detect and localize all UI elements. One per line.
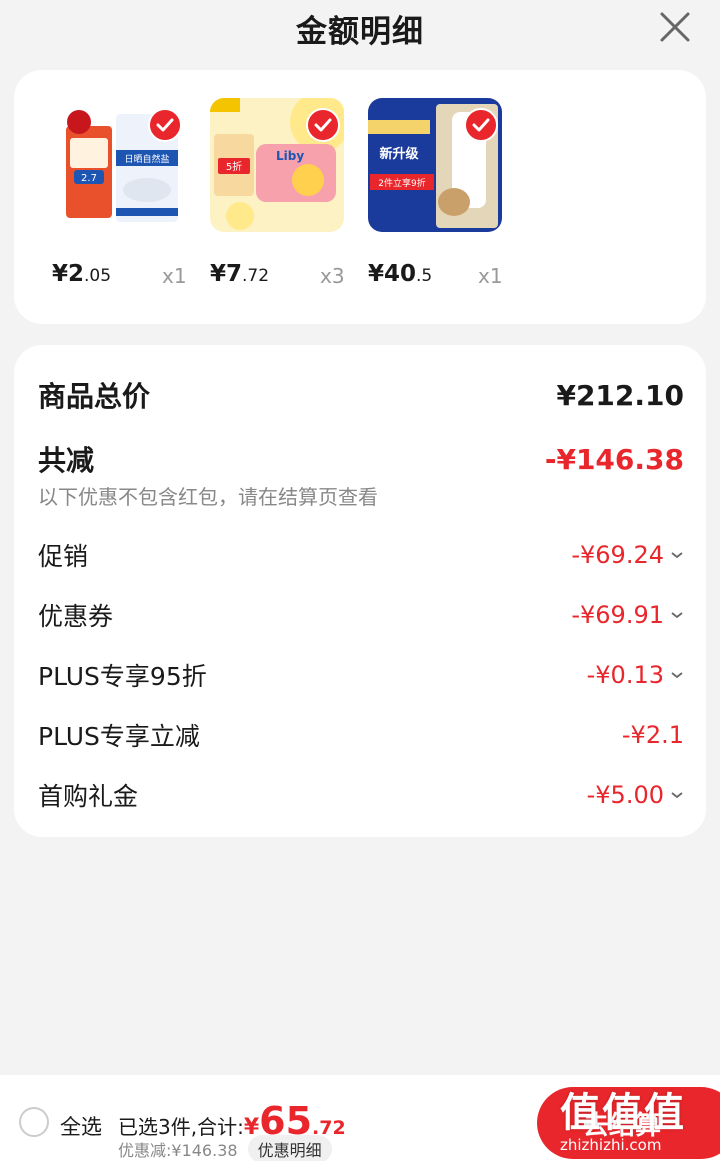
discount-label: 优惠券 <box>38 602 114 631</box>
discount-label: 促销 <box>38 542 89 571</box>
product-thumbnail[interactable]: 5折 Liby <box>210 98 344 232</box>
discount-row-promotion[interactable]: 促销 -¥69.24 <box>38 537 684 573</box>
thumb-badge: 2件立享9折 <box>378 177 425 189</box>
product-price: ¥7.72 <box>210 261 270 287</box>
checkout-bar: 全选 已选3件,合计: ¥ 65 .72 优惠减:¥146.38 优惠明细 去结… <box>0 1075 720 1161</box>
total-reduce-label: 共减 <box>38 444 95 477</box>
thumb-text: 新升级 <box>379 146 419 162</box>
product-quantity: x1 <box>162 264 187 288</box>
amount-summary: 商品总价 ¥212.10 共减 -¥146.38 以下优惠不包含红包，请在结算页… <box>14 345 706 837</box>
checkout-button[interactable]: 去结算 <box>537 1087 720 1159</box>
total-reduce-row: 共减 -¥146.38 <box>38 439 684 479</box>
select-all-label[interactable]: 全选 <box>60 1111 102 1141</box>
product-quantity: x3 <box>320 264 345 288</box>
discount-note: 以下优惠不包含红包，请在结算页查看 <box>38 485 378 509</box>
page-title: 金额明细 <box>296 13 424 50</box>
discount-label: 首购礼金 <box>38 782 139 811</box>
discount-amount-text: 优惠减:¥146.38 <box>118 1141 238 1160</box>
thumb-badge: 5折 <box>226 160 242 173</box>
total-price-row: 商品总价 ¥212.10 <box>38 375 684 415</box>
product-item[interactable]: 新升级 2件立享9折 ¥40.5 x1 <box>344 98 504 308</box>
discount-value: -¥0.13 <box>586 661 664 689</box>
discount-line: 优惠减:¥146.38 优惠明细 <box>118 1135 332 1161</box>
discount-label: PLUS专享95折 <box>38 662 207 691</box>
thumb-text: Liby <box>276 149 304 163</box>
discount-value: -¥2.1 <box>621 721 684 749</box>
selected-check-icon[interactable] <box>464 108 498 142</box>
chevron-down-icon[interactable] <box>670 610 684 620</box>
thumb-badge: 2.7 <box>81 173 97 184</box>
chevron-down-icon[interactable] <box>670 670 684 680</box>
product-item[interactable]: 5折 Liby ¥7.72 x3 <box>186 98 346 308</box>
discount-row-first-purchase[interactable]: 首购礼金 -¥5.00 <box>38 777 684 813</box>
discount-value: -¥69.91 <box>571 601 664 629</box>
thumb-text: 日晒自然盐 <box>124 153 169 165</box>
select-all-radio[interactable] <box>19 1107 49 1137</box>
close-icon[interactable] <box>658 10 692 44</box>
product-item[interactable]: 2.7 日晒自然盐 ¥2.05 x1 <box>28 98 188 308</box>
total-price-value: ¥212.10 <box>556 378 684 412</box>
product-thumbnail[interactable]: 2.7 日晒自然盐 <box>52 98 186 232</box>
product-quantity: x1 <box>478 264 503 288</box>
selected-check-icon[interactable] <box>306 108 340 142</box>
discount-value: -¥5.00 <box>586 781 664 809</box>
discount-detail-button[interactable]: 优惠明细 <box>247 1135 332 1161</box>
header: 金额明细 <box>0 0 720 56</box>
discount-row-coupon[interactable]: 优惠券 -¥69.91 <box>38 597 684 633</box>
chevron-down-icon[interactable] <box>670 790 684 800</box>
discount-row-plus-reduce: PLUS专享立减 -¥2.1 <box>38 717 684 753</box>
discount-value: -¥69.24 <box>571 541 664 569</box>
product-price: ¥40.5 <box>368 261 433 287</box>
discount-label: PLUS专享立减 <box>38 722 200 751</box>
total-price-label: 商品总价 <box>38 380 151 413</box>
product-thumbnail[interactable]: 新升级 2件立享9折 <box>368 98 502 232</box>
discount-row-plus-95[interactable]: PLUS专享95折 -¥0.13 <box>38 657 684 693</box>
selected-check-icon[interactable] <box>148 108 182 142</box>
total-reduce-value: -¥146.38 <box>544 442 684 476</box>
product-list: 2.7 日晒自然盐 ¥2.05 x1 5折 Liby ¥7.72 x3 新升级 … <box>14 70 706 324</box>
product-price: ¥2.05 <box>52 261 112 287</box>
chevron-down-icon[interactable] <box>670 550 684 560</box>
